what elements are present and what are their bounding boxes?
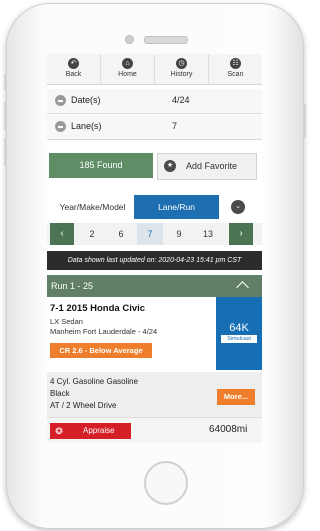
home-nav-button[interactable]: ⌂ Home — [101, 54, 155, 84]
dates-filter-row[interactable]: Date(s) 4/24 — [47, 89, 262, 114]
mileage-short: 64K — [229, 322, 249, 334]
history-button[interactable]: ◷ History — [155, 54, 209, 84]
lane-option[interactable]: 9 — [166, 223, 192, 245]
vehicle-location: Manheim Fort Lauderdale - 4/24 — [50, 327, 158, 336]
simulcast-logo: Simulcast — [221, 335, 257, 343]
home-icon: ⌂ — [122, 58, 133, 69]
front-camera — [125, 35, 134, 44]
barcode-scan-icon: ☷ — [230, 58, 241, 69]
top-toolbar: ↶ Back ⌂ Home ◷ History ☷ Scan — [47, 54, 262, 85]
app-screen: ↶ Back ⌂ Home ◷ History ☷ Scan Date(s) 4… — [47, 54, 262, 443]
chevron-down-icon[interactable]: ⌄ — [231, 200, 245, 214]
vehicle-thumbnail[interactable]: 64K Simulcast — [216, 297, 262, 370]
silent-switch — [4, 74, 7, 90]
history-clock-icon: ◷ — [176, 58, 187, 69]
found-count-button[interactable]: 185 Found — [49, 153, 153, 178]
power-button — [303, 104, 306, 138]
run-group-header[interactable]: Run 1 - 25 — [47, 275, 262, 297]
chevron-up-icon[interactable] — [236, 281, 249, 294]
scan-button[interactable]: ☷ Scan — [209, 54, 262, 84]
lane-option-active[interactable]: 7 — [137, 223, 163, 245]
engine-spec: 4 Cyl. Gasoline Gasoline — [50, 377, 139, 386]
back-label: Back — [65, 71, 82, 78]
lanes-label: Lane(s) — [71, 121, 102, 131]
remove-lanes-icon[interactable] — [55, 121, 66, 132]
lane-option[interactable]: 2 — [79, 223, 105, 245]
earpiece-speaker — [144, 36, 188, 44]
lane-option[interactable]: 13 — [195, 223, 221, 245]
chevron-left-icon[interactable]: ‹ — [50, 223, 74, 245]
add-favorite-label: Add Favorite — [186, 161, 238, 171]
home-label: Home — [118, 71, 137, 78]
lane-option[interactable]: 6 — [108, 223, 134, 245]
run-group-title: Run 1 - 25 — [51, 281, 94, 291]
dates-value: 4/24 — [172, 95, 190, 105]
drivetrain-spec: AT / 2 Wheel Drive — [50, 401, 117, 410]
dates-label: Date(s) — [71, 95, 101, 105]
vehicle-action-row: ❂ Appraise 64008mi — [47, 417, 262, 443]
star-icon: ★ — [164, 160, 176, 172]
vehicle-specs: 4 Cyl. Gasoline Gasoline Black AT / 2 Wh… — [47, 372, 262, 417]
lanes-filter-row[interactable]: Lane(s) 7 — [47, 115, 262, 140]
appraise-label: Appraise — [83, 426, 115, 435]
more-button[interactable]: More... — [217, 389, 255, 405]
back-arrow-icon: ↶ — [68, 58, 79, 69]
chevron-right-icon[interactable]: › — [229, 223, 253, 245]
vehicle-trim: LX Sedan — [50, 317, 83, 326]
home-button[interactable] — [144, 461, 188, 505]
appraise-button[interactable]: ❂ Appraise — [50, 423, 131, 439]
color-spec: Black — [50, 389, 70, 398]
lane-selector: ‹ 2 6 7 9 13 › — [47, 223, 262, 245]
condition-report-badge[interactable]: CR 2.6 - Below Average — [50, 343, 152, 358]
add-favorite-button[interactable]: ★ Add Favorite — [157, 153, 257, 180]
sort-lane-run-tab[interactable]: Lane/Run — [134, 195, 219, 219]
scan-label: Scan — [227, 71, 244, 78]
appraise-person-icon: ❂ — [55, 426, 63, 436]
last-updated-banner: Data shown last updated on: 2020-04-23 1… — [47, 251, 262, 270]
vehicle-title[interactable]: 7-1 2015 Honda Civic — [50, 303, 145, 314]
volume-up-button — [4, 102, 7, 130]
history-label: History — [170, 71, 193, 78]
lanes-value: 7 — [172, 121, 178, 131]
remove-dates-icon[interactable] — [55, 95, 66, 106]
volume-down-button — [4, 138, 7, 166]
back-button[interactable]: ↶ Back — [47, 54, 101, 84]
sort-bar: Year/Make/Model Lane/Run ⌄ — [47, 195, 262, 219]
odometer-reading: 64008mi — [209, 424, 248, 435]
sort-year-make-model-tab[interactable]: Year/Make/Model — [52, 195, 133, 219]
vehicle-card[interactable]: 7-1 2015 Honda Civic LX Sedan Manheim Fo… — [47, 297, 262, 370]
